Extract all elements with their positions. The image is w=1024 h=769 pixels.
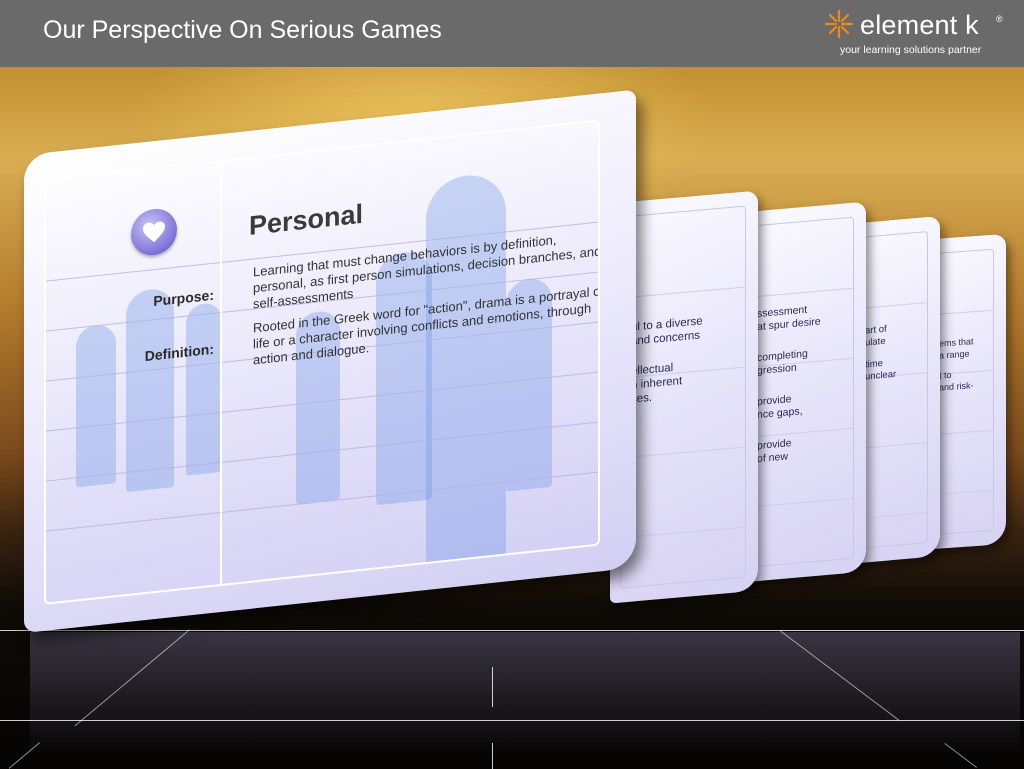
back-card-frame: art of ulate time unclear <box>858 231 928 550</box>
back-card-line: unclear <box>865 368 897 383</box>
card-rule <box>753 497 853 508</box>
heart-icon <box>143 221 165 243</box>
floor-tick <box>492 743 493 769</box>
back-card-line: and risk- <box>939 380 974 393</box>
floor-tick <box>492 667 493 707</box>
personal-card[interactable]: Personal Purpose: Learning that must cha… <box>24 89 636 633</box>
column-divider <box>220 161 222 585</box>
card-rule <box>859 302 927 310</box>
card-title: Personal <box>249 198 364 241</box>
back-card-text: ul to a diverse and concerns ellectual n… <box>631 314 703 406</box>
people-silhouette <box>186 301 222 476</box>
back-card-frame: ul to a diverse and concerns ellectual n… <box>620 205 746 589</box>
header-bar: Our Perspective On Serious Games element… <box>0 0 1024 67</box>
starburst-icon <box>824 9 854 39</box>
floor-line <box>0 630 1024 631</box>
card-rule <box>859 442 927 450</box>
people-silhouette <box>76 323 116 488</box>
logo-name: element k <box>860 10 979 40</box>
card-frame: Personal Purpose: Learning that must cha… <box>44 119 600 605</box>
logo-registered-mark: ® <box>996 14 1003 24</box>
back-card-2: ssessment at spur desire completing gres… <box>742 201 866 583</box>
back-card-text: ems that a range t to and risk- <box>939 335 974 393</box>
card-rule <box>859 512 927 520</box>
element-k-logo: element k ® your learning solutions part… <box>820 8 1010 60</box>
page-title: Our Perspective On Serious Games <box>43 16 442 44</box>
card-rule <box>753 287 853 298</box>
back-card-text: art of ulate time unclear <box>865 323 896 384</box>
heart-badge <box>131 206 177 258</box>
back-card-frame: ssessment at spur desire completing gres… <box>752 216 854 568</box>
card-rule <box>621 526 745 539</box>
logo-tagline: your learning solutions partner <box>840 44 982 56</box>
card-rule <box>621 446 745 459</box>
card-rule <box>621 286 745 299</box>
back-card-line: a range <box>939 348 970 361</box>
back-card-text: ssessment at spur desire completing gres… <box>757 303 821 467</box>
floor-line <box>0 720 1024 721</box>
